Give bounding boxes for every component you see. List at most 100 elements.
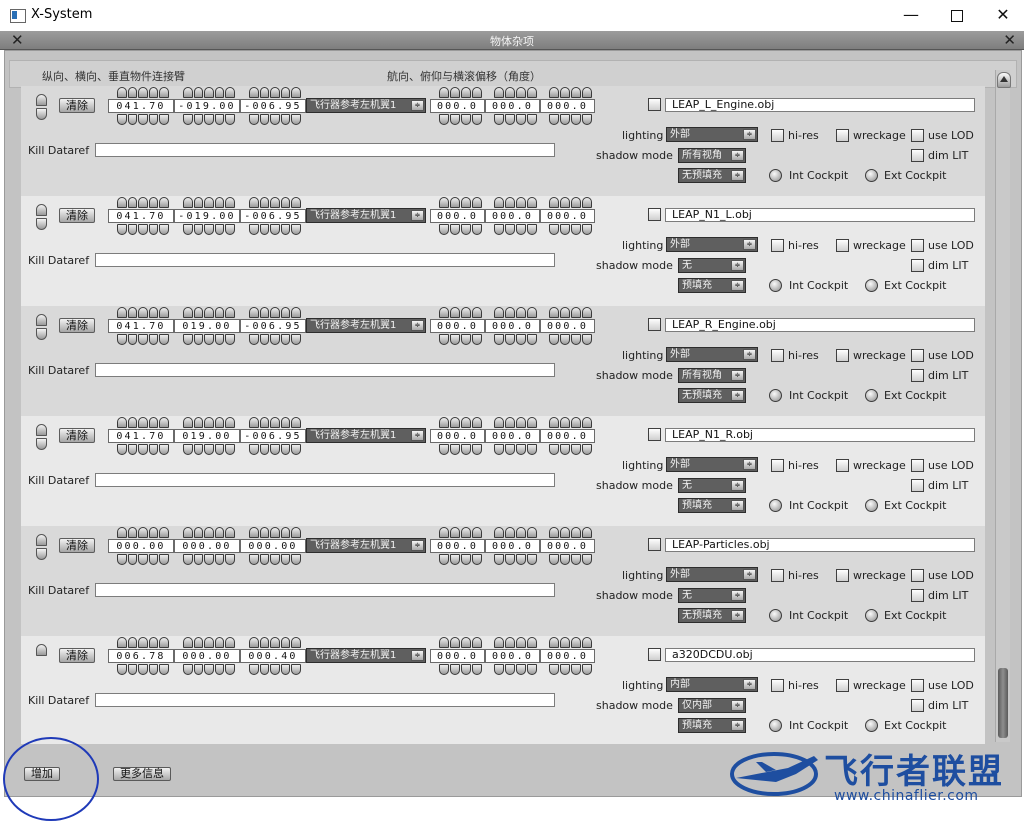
p-value[interactable]: 000.0 [485, 319, 540, 333]
digit-up-arrow-icon[interactable] [183, 197, 193, 208]
digit-up-arrow-icon[interactable] [117, 197, 127, 208]
z-value[interactable]: -006.95 [240, 319, 306, 333]
minimize-button[interactable]: — [888, 2, 934, 28]
digit-down-arrow-icon[interactable] [204, 114, 214, 125]
digit-up-arrow-icon[interactable] [148, 527, 159, 538]
digit-up-arrow-icon[interactable] [138, 307, 148, 318]
fill-select[interactable]: 无预填充 ≑ [678, 168, 746, 183]
digit-down-arrow-icon[interactable] [582, 334, 592, 345]
digit-down-arrow-icon[interactable] [494, 664, 504, 675]
digit-up-arrow-icon[interactable] [439, 417, 449, 428]
digit-down-arrow-icon[interactable] [505, 334, 515, 345]
z-value[interactable]: 000.00 [240, 539, 306, 553]
digit-down-arrow-icon[interactable] [280, 334, 291, 345]
digit-up-arrow-icon[interactable] [571, 197, 581, 208]
digit-down-arrow-icon[interactable] [527, 664, 537, 675]
digit-down-arrow-icon[interactable] [516, 444, 526, 455]
int-cockpit-radio[interactable] [769, 719, 782, 732]
digit-up-arrow-icon[interactable] [204, 637, 214, 648]
digit-up-arrow-icon[interactable] [291, 197, 301, 208]
digit-down-arrow-icon[interactable] [582, 224, 592, 235]
digit-up-arrow-icon[interactable] [117, 87, 127, 98]
digit-up-arrow-icon[interactable] [193, 527, 204, 538]
digit-up-arrow-icon[interactable] [527, 637, 537, 648]
digit-down-arrow-icon[interactable] [117, 114, 127, 125]
digit-up-arrow-icon[interactable] [280, 307, 291, 318]
digit-down-arrow-icon[interactable] [582, 664, 592, 675]
digit-down-arrow-icon[interactable] [270, 114, 280, 125]
digit-up-arrow-icon[interactable] [549, 307, 559, 318]
digit-down-arrow-icon[interactable] [280, 554, 291, 565]
digit-up-arrow-icon[interactable] [439, 637, 449, 648]
object-enabled-checkbox[interactable] [648, 428, 661, 441]
move-up-icon[interactable] [36, 644, 47, 656]
lighting-select[interactable]: 外部 ≑ [666, 457, 758, 472]
digit-down-arrow-icon[interactable] [582, 554, 592, 565]
digit-up-arrow-icon[interactable] [516, 87, 526, 98]
digit-up-arrow-icon[interactable] [560, 637, 570, 648]
clear-button[interactable]: 清除 [59, 318, 95, 333]
digit-up-arrow-icon[interactable] [259, 197, 270, 208]
shadow-mode-select[interactable]: 无 ≑ [678, 588, 746, 603]
digit-down-arrow-icon[interactable] [259, 554, 270, 565]
use-lod-checkbox[interactable] [911, 459, 924, 472]
digit-down-arrow-icon[interactable] [259, 224, 270, 235]
r-value[interactable]: 000.0 [540, 539, 595, 553]
digit-down-arrow-icon[interactable] [138, 224, 148, 235]
digit-down-arrow-icon[interactable] [193, 554, 204, 565]
digit-down-arrow-icon[interactable] [582, 444, 592, 455]
move-up-icon[interactable] [36, 534, 47, 546]
digit-up-arrow-icon[interactable] [270, 197, 280, 208]
digit-up-arrow-icon[interactable] [117, 527, 127, 538]
digit-down-arrow-icon[interactable] [204, 444, 214, 455]
digit-up-arrow-icon[interactable] [249, 197, 259, 208]
digit-down-arrow-icon[interactable] [291, 444, 301, 455]
int-cockpit-radio[interactable] [769, 169, 782, 182]
digit-up-arrow-icon[interactable] [549, 197, 559, 208]
digit-up-arrow-icon[interactable] [148, 417, 159, 428]
digit-down-arrow-icon[interactable] [183, 334, 193, 345]
digit-down-arrow-icon[interactable] [472, 114, 482, 125]
digit-down-arrow-icon[interactable] [183, 444, 193, 455]
digit-down-arrow-icon[interactable] [148, 554, 159, 565]
digit-up-arrow-icon[interactable] [582, 637, 592, 648]
digit-down-arrow-icon[interactable] [193, 334, 204, 345]
shadow-mode-select[interactable]: 仅内部 ≑ [678, 698, 746, 713]
reorder-handle[interactable] [36, 94, 47, 120]
clear-button[interactable]: 清除 [59, 538, 95, 553]
use-lod-checkbox[interactable] [911, 679, 924, 692]
ext-cockpit-radio[interactable] [865, 719, 878, 732]
digit-down-arrow-icon[interactable] [560, 114, 570, 125]
digit-down-arrow-icon[interactable] [138, 444, 148, 455]
digit-down-arrow-icon[interactable] [280, 114, 291, 125]
digit-down-arrow-icon[interactable] [571, 334, 581, 345]
digit-up-arrow-icon[interactable] [138, 87, 148, 98]
digit-up-arrow-icon[interactable] [450, 417, 460, 428]
r-value[interactable]: 000.0 [540, 429, 595, 443]
digit-up-arrow-icon[interactable] [291, 527, 301, 538]
object-enabled-checkbox[interactable] [648, 98, 661, 111]
lighting-select[interactable]: 外部 ≑ [666, 347, 758, 362]
digit-up-arrow-icon[interactable] [472, 197, 482, 208]
kill-dataref-input[interactable] [95, 583, 555, 597]
digit-up-arrow-icon[interactable] [259, 417, 270, 428]
digit-down-arrow-icon[interactable] [259, 664, 270, 675]
digit-up-arrow-icon[interactable] [138, 637, 148, 648]
move-down-icon[interactable] [36, 218, 47, 230]
digit-down-arrow-icon[interactable] [270, 224, 280, 235]
move-down-icon[interactable] [36, 108, 47, 120]
digit-down-arrow-icon[interactable] [159, 664, 169, 675]
digit-up-arrow-icon[interactable] [148, 87, 159, 98]
digit-up-arrow-icon[interactable] [439, 527, 449, 538]
digit-up-arrow-icon[interactable] [225, 637, 235, 648]
digit-down-arrow-icon[interactable] [249, 114, 259, 125]
digit-up-arrow-icon[interactable] [193, 307, 204, 318]
digit-down-arrow-icon[interactable] [127, 554, 138, 565]
dim-lit-checkbox[interactable] [911, 259, 924, 272]
digit-up-arrow-icon[interactable] [571, 527, 581, 538]
close-panel-icon-right[interactable]: ✕ [1003, 31, 1016, 49]
digit-down-arrow-icon[interactable] [571, 554, 581, 565]
move-up-icon[interactable] [36, 94, 47, 106]
digit-down-arrow-icon[interactable] [472, 334, 482, 345]
digit-up-arrow-icon[interactable] [549, 527, 559, 538]
